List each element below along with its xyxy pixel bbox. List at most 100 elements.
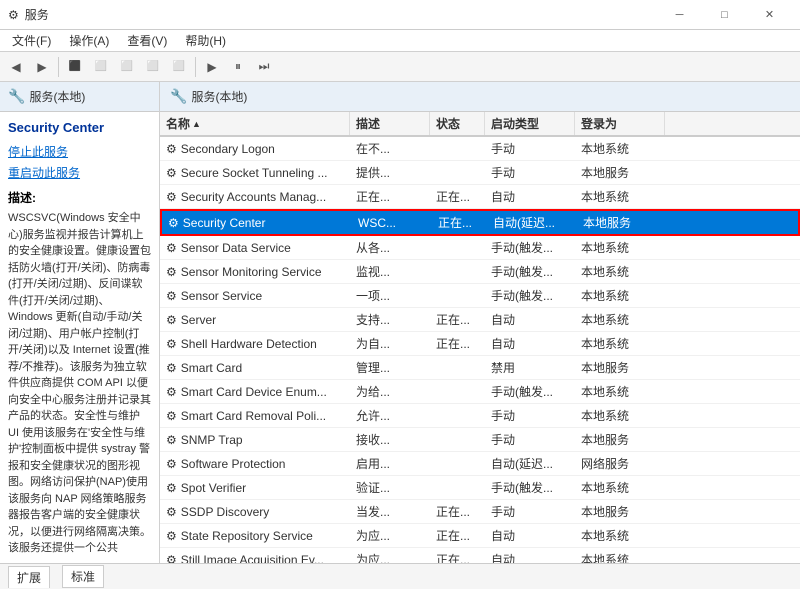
toolbar-btn-4[interactable]: ⬜ — [141, 55, 165, 79]
table-row[interactable]: ⚙Secondary Logon在不...手动本地系统 — [160, 137, 800, 161]
cell-text: 正在... — [436, 313, 470, 327]
table-cell-4: 本地系统 — [575, 524, 665, 547]
col-desc-label: 描述 — [356, 115, 380, 132]
cell-text: 手动 — [491, 166, 515, 180]
table-cell-4: 本地系统 — [575, 236, 665, 259]
toolbar-btn-3[interactable]: ⬜ — [115, 55, 139, 79]
table-cell-1: WSC... — [352, 213, 432, 233]
table-row[interactable]: ⚙Secure Socket Tunneling ...提供...手动本地服务 — [160, 161, 800, 185]
toolbar-forward[interactable]: ▶ — [30, 55, 54, 79]
table-cell-2: 正在... — [430, 524, 485, 547]
toolbar-sep-2 — [195, 57, 196, 77]
cell-text: 手动(触发... — [491, 481, 553, 495]
col-header-status[interactable]: 状态 — [430, 112, 485, 135]
menu-help[interactable]: 帮助(H) — [177, 30, 234, 51]
col-startup-label: 启动类型 — [491, 115, 539, 132]
minimize-button[interactable]: ─ — [657, 0, 702, 30]
table-cell-3: 手动 — [485, 404, 575, 427]
cell-text: 正在... — [436, 505, 470, 519]
cell-text: 正在... — [356, 190, 390, 204]
table-cell-0: ⚙State Repository Service — [160, 526, 350, 546]
table-cell-1: 当发... — [350, 500, 430, 523]
toolbar-btn-1[interactable]: ⬛ — [63, 55, 87, 79]
toolbar-btn-5[interactable]: ⬜ — [167, 55, 191, 79]
cell-text: 本地系统 — [581, 241, 629, 255]
table-cell-3: 自动(延迟... — [487, 211, 577, 234]
table-cell-2 — [430, 269, 485, 275]
cell-text: SNMP Trap — [181, 433, 243, 447]
table-cell-0: ⚙SNMP Trap — [160, 430, 350, 450]
table-cell-2: 正在... — [430, 500, 485, 523]
cell-text: 管理... — [356, 361, 390, 375]
table-cell-2 — [430, 389, 485, 395]
table-row[interactable]: ⚙Smart Card Device Enum...为给...手动(触发...本… — [160, 380, 800, 404]
service-icon: ⚙ — [166, 337, 177, 351]
table-row[interactable]: ⚙Sensor Data Service从各...手动(触发...本地系统 — [160, 236, 800, 260]
close-button[interactable]: ✕ — [747, 0, 792, 30]
cell-text: 本地系统 — [581, 409, 629, 423]
maximize-button[interactable]: □ — [702, 0, 747, 30]
table-row[interactable]: ⚙Server支持...正在...自动本地系统 — [160, 308, 800, 332]
table-cell-0: ⚙Smart Card — [160, 358, 350, 378]
table-cell-4: 本地系统 — [575, 380, 665, 403]
toolbar-btn-2[interactable]: ⬜ — [89, 55, 113, 79]
table-row[interactable]: ⚙Shell Hardware Detection为自...正在...自动本地系… — [160, 332, 800, 356]
menu-view[interactable]: 查看(V) — [119, 30, 175, 51]
service-icon: ⚙ — [166, 457, 177, 471]
toolbar-next[interactable]: ⏭ — [252, 55, 276, 79]
table-row[interactable]: ⚙SSDP Discovery当发...正在...手动本地服务 — [160, 500, 800, 524]
stop-service-link[interactable]: 停止此服务 — [8, 143, 151, 160]
table-row[interactable]: ⚙Still Image Acquisition Ev...为应...正在...… — [160, 548, 800, 563]
table-row[interactable]: ⚙SNMP Trap接收...手动本地服务 — [160, 428, 800, 452]
table-cell-2 — [430, 170, 485, 176]
right-header-icon: 🔧 — [170, 88, 187, 105]
table-row[interactable]: ⚙Security CenterWSC...正在...自动(延迟...本地服务 — [160, 209, 800, 236]
table-row[interactable]: ⚙State Repository Service为应...正在...自动本地系… — [160, 524, 800, 548]
menu-file[interactable]: 文件(F) — [4, 30, 59, 51]
col-header-name[interactable]: 名称 ▲ — [160, 112, 350, 135]
table-cell-3: 手动(触发... — [485, 284, 575, 307]
service-icon: ⚙ — [166, 265, 177, 279]
toolbar-sep-1 — [58, 57, 59, 77]
toolbar-back[interactable]: ◀ — [4, 55, 28, 79]
col-header-logon[interactable]: 登录为 — [575, 112, 665, 135]
table-row[interactable]: ⚙Software Protection启用...自动(延迟...网络服务 — [160, 452, 800, 476]
table-cell-1: 为给... — [350, 380, 430, 403]
menu-action[interactable]: 操作(A) — [61, 30, 117, 51]
tab-standard[interactable]: 标准 — [62, 565, 104, 588]
col-header-desc[interactable]: 描述 — [350, 112, 430, 135]
table-cell-2: 正在... — [430, 548, 485, 563]
table-cell-0: ⚙Smart Card Removal Poli... — [160, 406, 350, 426]
table-cell-4: 网络服务 — [575, 452, 665, 475]
right-header-label: 服务(本地) — [191, 88, 247, 105]
table-row[interactable]: ⚙Smart Card管理...禁用本地服务 — [160, 356, 800, 380]
cell-text: 手动 — [491, 142, 515, 156]
table-cell-1: 支持... — [350, 308, 430, 331]
table-cell-3: 手动(触发... — [485, 260, 575, 283]
table-cell-3: 手动(触发... — [485, 380, 575, 403]
window-title: 服务 — [25, 6, 49, 23]
cell-text: Smart Card Device Enum... — [181, 385, 327, 399]
col-header-startup[interactable]: 启动类型 — [485, 112, 575, 135]
table-row[interactable]: ⚙Sensor Service一项...手动(触发...本地系统 — [160, 284, 800, 308]
toolbar-pause[interactable]: ⏸ — [226, 55, 250, 79]
cell-text: 自动 — [491, 313, 515, 327]
table-row[interactable]: ⚙Sensor Monitoring Service监视...手动(触发...本… — [160, 260, 800, 284]
table-row[interactable]: ⚙Security Accounts Manag...正在...正在...自动本… — [160, 185, 800, 209]
cell-text: 本地服务 — [581, 433, 629, 447]
toolbar-play[interactable]: ▶ — [200, 55, 224, 79]
service-icon: ⚙ — [166, 289, 177, 303]
service-icon: ⚙ — [166, 313, 177, 327]
cell-text: Spot Verifier — [181, 481, 246, 495]
tab-expand[interactable]: 扩展 — [8, 566, 50, 588]
table-cell-2 — [430, 245, 485, 251]
restart-service-link[interactable]: 重启动此服务 — [8, 164, 151, 181]
table-row[interactable]: ⚙Smart Card Removal Poli...允许...手动本地系统 — [160, 404, 800, 428]
table-cell-4: 本地系统 — [575, 404, 665, 427]
right-pane: 🔧 服务(本地) 名称 ▲ 描述 状态 启动类型 登录为 — [160, 82, 800, 563]
cell-text: 正在... — [436, 190, 470, 204]
cell-text: 自动 — [491, 337, 515, 351]
table-row[interactable]: ⚙Spot Verifier验证...手动(触发...本地系统 — [160, 476, 800, 500]
cell-text: 本地系统 — [581, 529, 629, 543]
cell-text: Smart Card Removal Poli... — [181, 409, 326, 423]
